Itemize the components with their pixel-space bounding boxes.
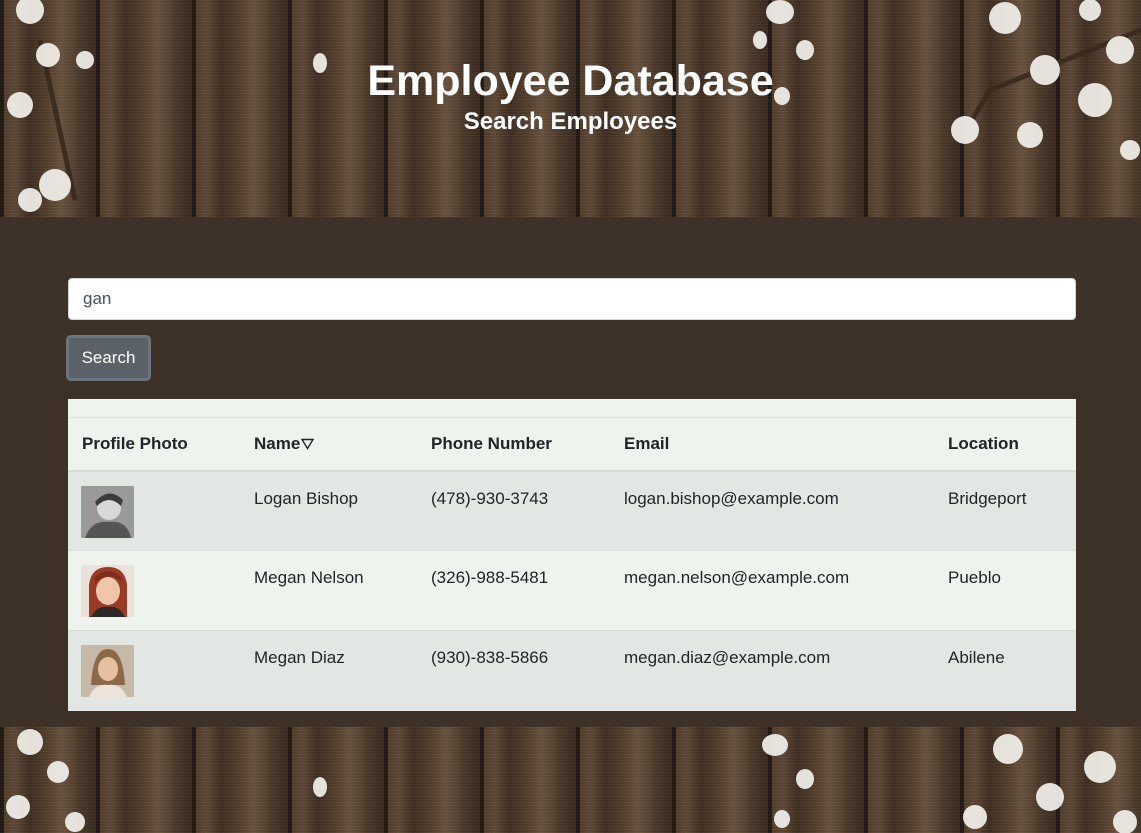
search-button[interactable]: Search <box>66 335 151 381</box>
column-header-photo: Profile Photo <box>82 433 188 453</box>
name-cell: Megan Diaz <box>254 648 345 667</box>
employee-table: Profile Photo Name Phone Number Email Lo… <box>68 417 1076 711</box>
hero-banner: Employee Database Search Employees <box>0 0 1141 217</box>
location-cell: Abilene <box>948 648 1005 667</box>
page-title: Employee Database <box>367 57 774 105</box>
email-cell: logan.bishop@example.com <box>624 488 839 508</box>
column-header-name[interactable]: Name <box>240 418 417 471</box>
email-cell: megan.nelson@example.com <box>624 568 850 587</box>
name-cell: Logan Bishop <box>254 488 358 508</box>
name-cell: Megan Nelson <box>254 568 364 587</box>
triangle-down-icon[interactable] <box>301 438 315 451</box>
avatar <box>81 645 134 697</box>
employee-table-container: Profile Photo Name Phone Number Email Lo… <box>68 399 1076 711</box>
column-header-email: Email <box>624 433 670 453</box>
location-cell: Pueblo <box>948 568 1001 587</box>
table-row: Megan Diaz (930)-838-5866 megan.diaz@exa… <box>68 630 1076 711</box>
column-header-name-label: Name <box>254 433 301 453</box>
main-content: Search Profile Photo Name Phone Number E… <box>0 217 1141 727</box>
phone-cell: (326)-988-5481 <box>431 568 549 587</box>
phone-cell: (930)-838-5866 <box>431 648 549 667</box>
avatar <box>81 565 134 617</box>
search-input[interactable] <box>68 278 1076 320</box>
location-cell: Bridgeport <box>948 488 1027 508</box>
email-cell: megan.diaz@example.com <box>624 648 831 667</box>
table-row: Logan Bishop (478)-930-3743 logan.bishop… <box>68 470 1076 551</box>
photo-cell <box>68 471 240 551</box>
footer-banner <box>0 727 1141 833</box>
photo-cell <box>68 551 240 631</box>
blossom-decoration <box>6 729 1137 833</box>
table-header-row: Profile Photo Name Phone Number Email Lo… <box>68 417 1076 471</box>
page-subtitle: Search Employees <box>463 108 678 135</box>
table-row: Megan Nelson (326)-988-5481 megan.nelson… <box>68 550 1076 631</box>
avatar <box>81 485 134 538</box>
column-header-phone: Phone Number <box>431 433 552 453</box>
photo-cell <box>68 631 240 711</box>
column-header-location: Location <box>948 433 1019 453</box>
phone-cell: (478)-930-3743 <box>431 488 549 508</box>
